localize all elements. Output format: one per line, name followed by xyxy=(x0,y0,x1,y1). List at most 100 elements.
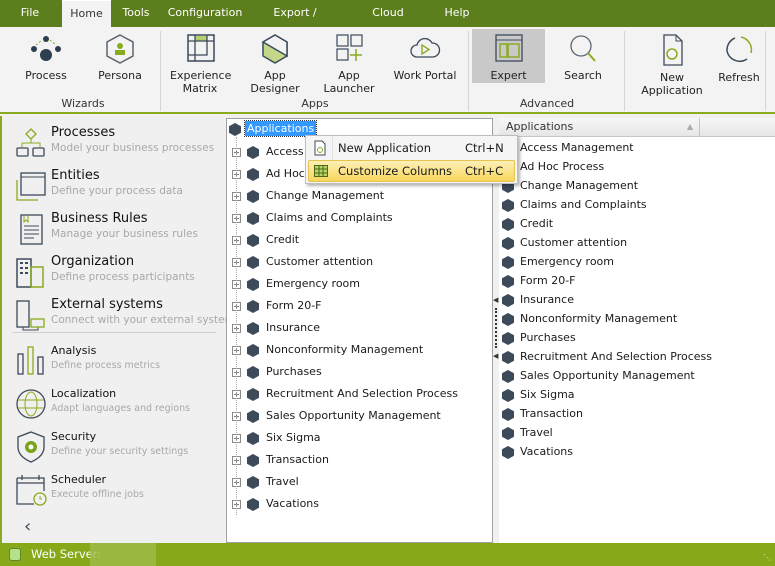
application-hex-icon xyxy=(229,123,241,136)
splitter-grip[interactable] xyxy=(495,308,497,348)
sidebar-item-external-systems[interactable]: External systems Connect with your extern… xyxy=(14,297,240,337)
tree-item-label: Recruitment And Selection Process xyxy=(266,387,458,400)
tab-home[interactable]: Home xyxy=(62,0,111,27)
new-application-label: New Application xyxy=(641,71,703,97)
list-item[interactable]: Transaction xyxy=(499,405,769,424)
sidebar-item-analysis[interactable]: Analysis Define process metrics xyxy=(14,342,224,382)
list-item[interactable]: Vacations xyxy=(499,443,769,462)
list-item[interactable]: Ad Hoc Process xyxy=(499,158,769,177)
tree-item[interactable]: + Customer attention xyxy=(227,253,492,273)
sidebar-subtitle: Execute offline jobs xyxy=(51,489,144,500)
sidebar-item-business-rules[interactable]: Business Rules Manage your business rules xyxy=(14,211,224,251)
list-item[interactable]: Sales Opportunity Management xyxy=(499,367,769,386)
tree-item-label: Purchases xyxy=(266,365,322,378)
list-item[interactable]: Access Management xyxy=(499,139,769,158)
application-hex-icon xyxy=(502,427,514,440)
list-item[interactable]: Recruitment And Selection Process xyxy=(499,348,769,367)
tree-item[interactable]: + Claims and Complaints xyxy=(227,209,492,229)
organization-icon xyxy=(16,258,44,288)
tree-item[interactable]: + Purchases xyxy=(227,363,492,383)
tree-item[interactable]: + Change Management xyxy=(227,187,492,207)
application-hex-icon xyxy=(247,322,259,335)
tab-configuration[interactable]: Configuration xyxy=(165,0,245,27)
application-hex-icon xyxy=(247,190,259,203)
collapse-chevron-icon[interactable]: ‹ xyxy=(24,516,31,537)
sidebar-item-processes[interactable]: Processes Model your business processes xyxy=(14,125,224,165)
tab-file[interactable]: File xyxy=(8,0,52,27)
column-header-applications[interactable]: Applications ▲ xyxy=(499,118,700,137)
splitter-left-arrow-icon[interactable]: ◀ xyxy=(493,352,498,360)
list-item[interactable]: Credit xyxy=(499,215,769,234)
application-hex-icon xyxy=(247,410,259,423)
new-application-button[interactable]: New Application xyxy=(628,29,716,111)
entities-icon xyxy=(16,172,46,201)
menu-item-new-application[interactable]: New Application Ctrl+N xyxy=(308,137,515,159)
sidebar-title: External systems xyxy=(51,297,163,312)
divider xyxy=(12,332,216,333)
tree-item[interactable]: + Insurance xyxy=(227,319,492,339)
tree-item[interactable]: + Recruitment And Selection Process xyxy=(227,385,492,405)
tree-item-label: Credit xyxy=(266,233,300,246)
tree-item[interactable]: + Six Sigma xyxy=(227,429,492,449)
tree-item[interactable]: + Form 20-F xyxy=(227,297,492,317)
menu-item-customize-columns[interactable]: Customize Columns Ctrl+C xyxy=(308,160,515,182)
experience-matrix-label: Experience Matrix xyxy=(170,69,232,95)
group-label-wizards: Wizards xyxy=(61,97,105,110)
sidebar-title: Scheduler xyxy=(51,473,107,486)
experience-matrix-button[interactable]: Experience Matrix xyxy=(170,29,232,111)
list-item-label: Transaction xyxy=(520,407,583,420)
splitter-left-arrow-icon[interactable]: ◀ xyxy=(493,296,498,304)
application-hex-icon xyxy=(502,351,514,364)
tab-help[interactable]: Help xyxy=(438,0,476,27)
menu-item-shortcut: Ctrl+C xyxy=(465,164,504,178)
tree-item[interactable]: + Transaction xyxy=(227,451,492,471)
list-item[interactable]: Emergency room xyxy=(499,253,769,272)
tab-tools[interactable]: Tools xyxy=(116,0,156,27)
expert-button[interactable]: Expert xyxy=(472,29,545,83)
sidebar-title: Entities xyxy=(51,168,100,183)
tab-export-import[interactable]: Export / Import xyxy=(254,0,336,45)
tree-item[interactable]: + Emergency room xyxy=(227,275,492,295)
menu-bar: File Home Tools Configuration Export / I… xyxy=(0,0,775,45)
sidebar-item-localization[interactable]: Localization Adapt languages and regions xyxy=(14,385,224,425)
refresh-button[interactable]: Refresh xyxy=(716,29,762,111)
list-item[interactable]: Six Sigma xyxy=(499,386,769,405)
tree-item[interactable]: + Vacations xyxy=(227,495,492,515)
sidebar-item-entities[interactable]: Entities Define your process data xyxy=(14,168,224,208)
globe-icon xyxy=(16,389,46,419)
list-item-label: Nonconformity Management xyxy=(520,312,678,325)
application-hex-icon xyxy=(247,146,259,159)
list-item[interactable]: Claims and Complaints xyxy=(499,196,769,215)
tree-item[interactable]: + Travel xyxy=(227,473,492,493)
tab-cloud-services[interactable]: Cloud Services xyxy=(348,0,428,45)
tree-root-label[interactable]: Applications xyxy=(243,120,318,137)
sidebar-title: Security xyxy=(51,430,97,443)
application-hex-icon xyxy=(502,218,514,231)
list-item[interactable]: Insurance xyxy=(499,291,769,310)
experience-label-line1: Experience xyxy=(170,69,232,82)
sidebar-item-security[interactable]: Security Define your security settings xyxy=(14,428,224,468)
tree-item-label: Nonconformity Management xyxy=(266,343,424,356)
process-label: Process xyxy=(25,69,67,82)
tree-item[interactable]: + Nonconformity Management xyxy=(227,341,492,361)
tree-item[interactable]: + Sales Opportunity Management xyxy=(227,407,492,427)
tree-item[interactable]: + Credit xyxy=(227,231,492,251)
work-portal-button[interactable]: Work Portal xyxy=(392,29,458,111)
resize-grip-icon[interactable]: ⋱ xyxy=(763,553,771,562)
list-item[interactable]: Purchases xyxy=(499,329,769,348)
sidebar-subtitle: Define process participants xyxy=(51,271,195,283)
list-item[interactable]: Change Management xyxy=(499,177,769,196)
list-item[interactable]: Form 20-F xyxy=(499,272,769,291)
sidebar-item-scheduler[interactable]: Scheduler Execute offline jobs xyxy=(14,471,224,511)
applications-list[interactable]: Applications ▲ Access Management Ad Hoc Pr… xyxy=(499,118,775,543)
tree-item-label: Six Sigma xyxy=(266,431,321,444)
sidebar-title: Processes xyxy=(51,125,116,140)
refresh-icon xyxy=(726,36,753,62)
sidebar-item-organization[interactable]: Organization Define process participants xyxy=(14,254,224,294)
list-item[interactable]: Customer attention xyxy=(499,234,769,253)
list-item[interactable]: Travel xyxy=(499,424,769,443)
list-item[interactable]: Nonconformity Management xyxy=(499,310,769,329)
application-hex-icon xyxy=(502,275,514,288)
scheduler-icon xyxy=(16,475,47,506)
new-application-icon xyxy=(663,34,683,66)
